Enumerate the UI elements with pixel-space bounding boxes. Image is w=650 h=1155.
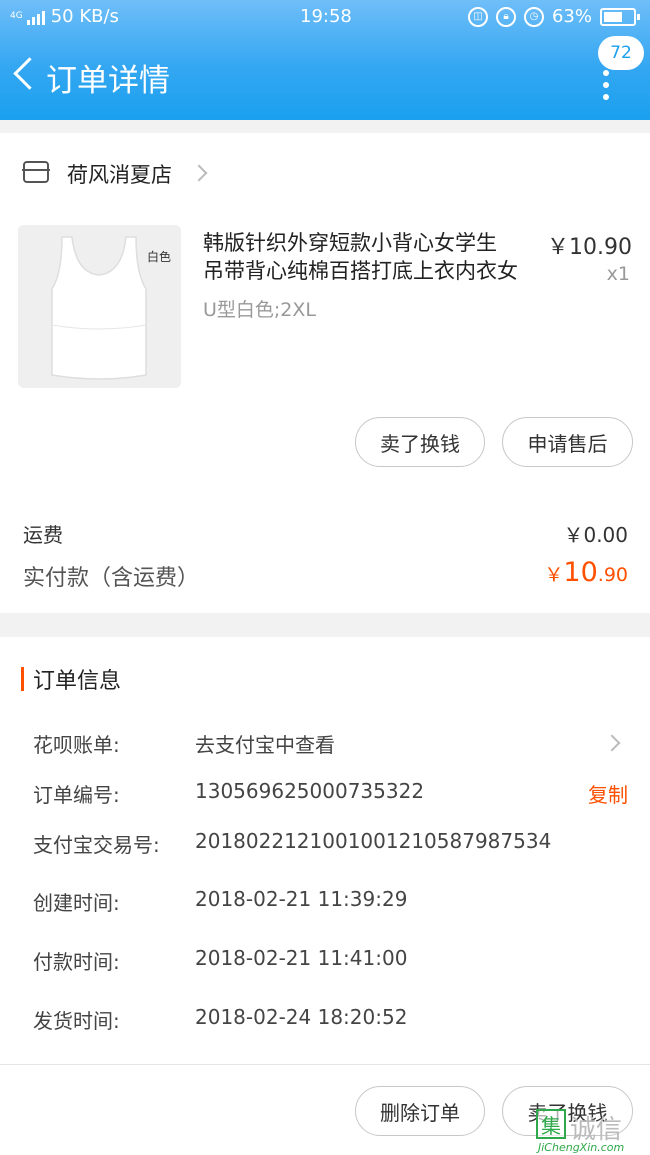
store-name: 荷风消夏店 bbox=[67, 163, 172, 187]
watermark-logo: 集 诚信 JiChengXin.com bbox=[530, 1103, 650, 1155]
product-title-line1: 韩版针织外穿短款小背心女学生 bbox=[203, 231, 497, 255]
vibrate-icon: ◫ bbox=[467, 6, 488, 27]
info-row-created-time: 创建时间: 2018-02-21 11:39:29 bbox=[0, 887, 650, 917]
store-row[interactable]: 荷风消夏店 bbox=[0, 133, 650, 213]
actual-paid-value: ￥10.90 bbox=[544, 557, 628, 588]
info-value: 2018-02-21 11:41:00 bbox=[195, 946, 408, 970]
signal-icon bbox=[26, 9, 45, 25]
info-value: 130569625000735322 bbox=[195, 779, 425, 803]
app-header: 4G 50 KB/s 19:58 ◫ 🔒︎ ◷ 63% 订单详情 72 bbox=[0, 0, 650, 120]
thumbnail-color-label: 白色 bbox=[147, 250, 172, 264]
status-bar: 4G 50 KB/s 19:58 ◫ 🔒︎ ◷ 63% bbox=[0, 0, 650, 34]
battery-percent: 63% bbox=[551, 6, 592, 27]
order-info-card: 订单信息 花呗账单: 去支付宝中查看 订单编号: 130569625000735… bbox=[0, 637, 650, 1064]
back-chevron-icon[interactable] bbox=[12, 56, 42, 92]
more-menu-button[interactable]: 72 bbox=[598, 36, 646, 100]
lock-rotation-icon: 🔒︎ bbox=[495, 6, 516, 27]
order-item-card: 荷风消夏店 白色 韩版针织外穿短款小背心女学生 吊带背心纯棉百搭打底上衣内衣女 … bbox=[0, 133, 650, 613]
paid-decimal: .90 bbox=[597, 564, 628, 586]
chevron-right-icon bbox=[190, 164, 208, 182]
network-type: 4G bbox=[10, 11, 23, 21]
product-sku: U型白色;2XL bbox=[203, 299, 316, 321]
message-count-badge: 72 bbox=[598, 36, 644, 70]
page-title: 订单详情 bbox=[46, 63, 170, 99]
shipping-fee-value: ￥0.00 bbox=[563, 523, 628, 547]
paid-currency: ￥ bbox=[544, 564, 564, 586]
store-icon bbox=[22, 161, 50, 183]
info-key: 支付宝交易号: bbox=[33, 833, 160, 857]
info-row-shipped-time: 发货时间: 2018-02-24 18:20:52 bbox=[0, 1005, 650, 1035]
info-key: 订单编号: bbox=[33, 783, 120, 807]
order-info-title: 订单信息 bbox=[33, 669, 122, 694]
info-key: 花呗账单: bbox=[33, 733, 120, 757]
status-time: 19:58 bbox=[300, 6, 352, 27]
sell-for-cash-button[interactable]: 卖了换钱 bbox=[355, 417, 485, 467]
info-row-paid-time: 付款时间: 2018-02-21 11:41:00 bbox=[0, 946, 650, 976]
product-title[interactable]: 韩版针织外穿短款小背心女学生 吊带背心纯棉百搭打底上衣内衣女 bbox=[203, 229, 538, 285]
delete-order-button[interactable]: 删除订单 bbox=[355, 1086, 485, 1136]
actual-paid-label: 实付款（含运费） bbox=[23, 566, 200, 591]
battery-fill bbox=[604, 11, 622, 22]
alarm-icon: ◷ bbox=[523, 6, 544, 27]
info-key: 发货时间: bbox=[33, 1009, 120, 1033]
shipping-fee-label: 运费 bbox=[23, 523, 63, 547]
info-value: 去支付宝中查看 bbox=[195, 733, 335, 757]
product-quantity: x1 bbox=[606, 263, 630, 285]
watermark-url: JiChengXin.com bbox=[538, 1141, 625, 1154]
info-key: 创建时间: bbox=[33, 891, 120, 915]
info-value: 2018-02-24 18:20:52 bbox=[195, 1005, 408, 1029]
product-title-line2: 吊带背心纯棉百搭打底上衣内衣女 bbox=[203, 259, 518, 283]
paid-integer: 10 bbox=[563, 557, 598, 588]
watermark-icon: 集 bbox=[536, 1109, 566, 1139]
info-value: 2018-02-21 11:39:29 bbox=[195, 887, 408, 911]
product-price: ￥10.90 bbox=[547, 235, 632, 260]
info-row-huabei[interactable]: 花呗账单: 去支付宝中查看 bbox=[0, 729, 650, 759]
network-speed: 50 KB/s bbox=[50, 6, 119, 27]
info-key: 付款时间: bbox=[33, 950, 120, 974]
info-row-order-number: 订单编号: 130569625000735322 复制 bbox=[0, 779, 650, 809]
apply-after-sale-button[interactable]: 申请售后 bbox=[502, 417, 633, 467]
info-row-alipay-trade-number: 支付宝交易号: 2018022121001001210587987534 bbox=[0, 829, 650, 859]
product-thumbnail[interactable]: 白色 bbox=[18, 225, 181, 388]
info-value: 2018022121001001210587987534 bbox=[195, 829, 552, 853]
more-dots-icon bbox=[603, 70, 609, 106]
battery-icon bbox=[600, 7, 640, 26]
section-accent-bar bbox=[21, 667, 24, 691]
copy-order-number-button[interactable]: 复制 bbox=[588, 779, 628, 808]
chevron-right-icon bbox=[603, 734, 621, 752]
